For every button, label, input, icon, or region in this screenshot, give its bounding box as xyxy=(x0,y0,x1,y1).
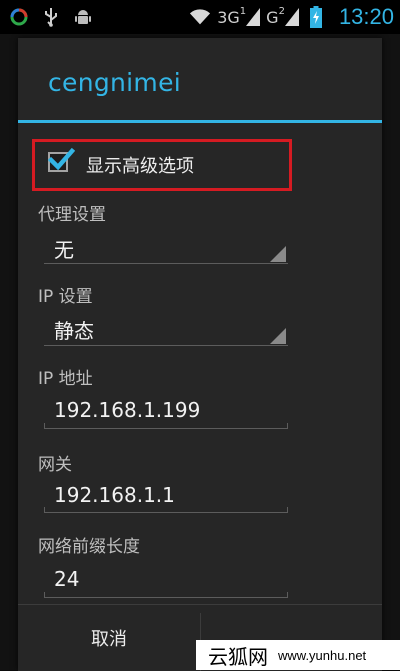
wifi-network-dialog: cengnimei 显示高级选项 代理设置 无 IP 设置 静态 IP 地址 1… xyxy=(18,38,382,671)
ip-address-underline xyxy=(44,423,288,429)
network-3g-sup: 1 xyxy=(239,5,247,17)
network-g-sup: 2 xyxy=(278,5,285,17)
title-divider xyxy=(18,120,382,123)
spinner-arrow-icon xyxy=(270,246,286,262)
app-circle-icon xyxy=(8,6,30,28)
advanced-options-checkbox[interactable] xyxy=(47,147,75,172)
dialog-title: cengnimei xyxy=(48,68,182,97)
signal-bars-icon xyxy=(246,8,261,26)
spinner-arrow-icon-2 xyxy=(270,328,286,344)
android-debug-icon xyxy=(72,6,94,28)
gateway-underline xyxy=(44,507,288,513)
wifi-icon xyxy=(189,6,211,28)
checkmark-icon xyxy=(47,147,75,171)
ip-settings-label: IP 设置 xyxy=(38,287,93,307)
ip-settings-spinner-value[interactable]: 静态 xyxy=(54,315,94,344)
site-watermark: 云狐网 www.yunhu.net xyxy=(196,640,400,670)
signal-bars-icon-2 xyxy=(284,8,299,26)
status-bar: 3G 1 G 2 13:20 xyxy=(0,0,400,34)
advanced-options-label: 显示高级选项 xyxy=(86,156,194,177)
prefix-length-underline xyxy=(44,592,288,598)
proxy-spinner-value[interactable]: 无 xyxy=(54,234,74,263)
usb-icon xyxy=(40,6,62,28)
ip-address-label: IP 地址 xyxy=(38,369,93,389)
gateway-input[interactable]: 192.168.1.1 xyxy=(54,483,175,507)
signal-3g-icon: 3G 1 xyxy=(217,5,261,27)
prefix-length-label: 网络前缀长度 xyxy=(38,537,140,557)
proxy-spinner-underline xyxy=(44,263,288,264)
network-g-label: G xyxy=(266,7,279,27)
ip-settings-spinner-underline xyxy=(44,345,288,346)
ip-address-input[interactable]: 192.168.1.199 xyxy=(54,398,200,422)
gateway-label: 网关 xyxy=(38,455,72,475)
signal-g-icon: G 2 xyxy=(266,5,299,27)
cancel-button[interactable]: 取消 xyxy=(18,605,200,671)
watermark-text: 云狐网 xyxy=(208,644,268,669)
status-time: 13:20 xyxy=(338,4,394,29)
network-3g-label: 3G xyxy=(217,7,240,27)
watermark-url: www.yunhu.net xyxy=(278,647,367,663)
proxy-label: 代理设置 xyxy=(38,205,106,225)
prefix-length-input[interactable]: 24 xyxy=(54,567,79,591)
battery-charging-icon xyxy=(305,6,327,28)
